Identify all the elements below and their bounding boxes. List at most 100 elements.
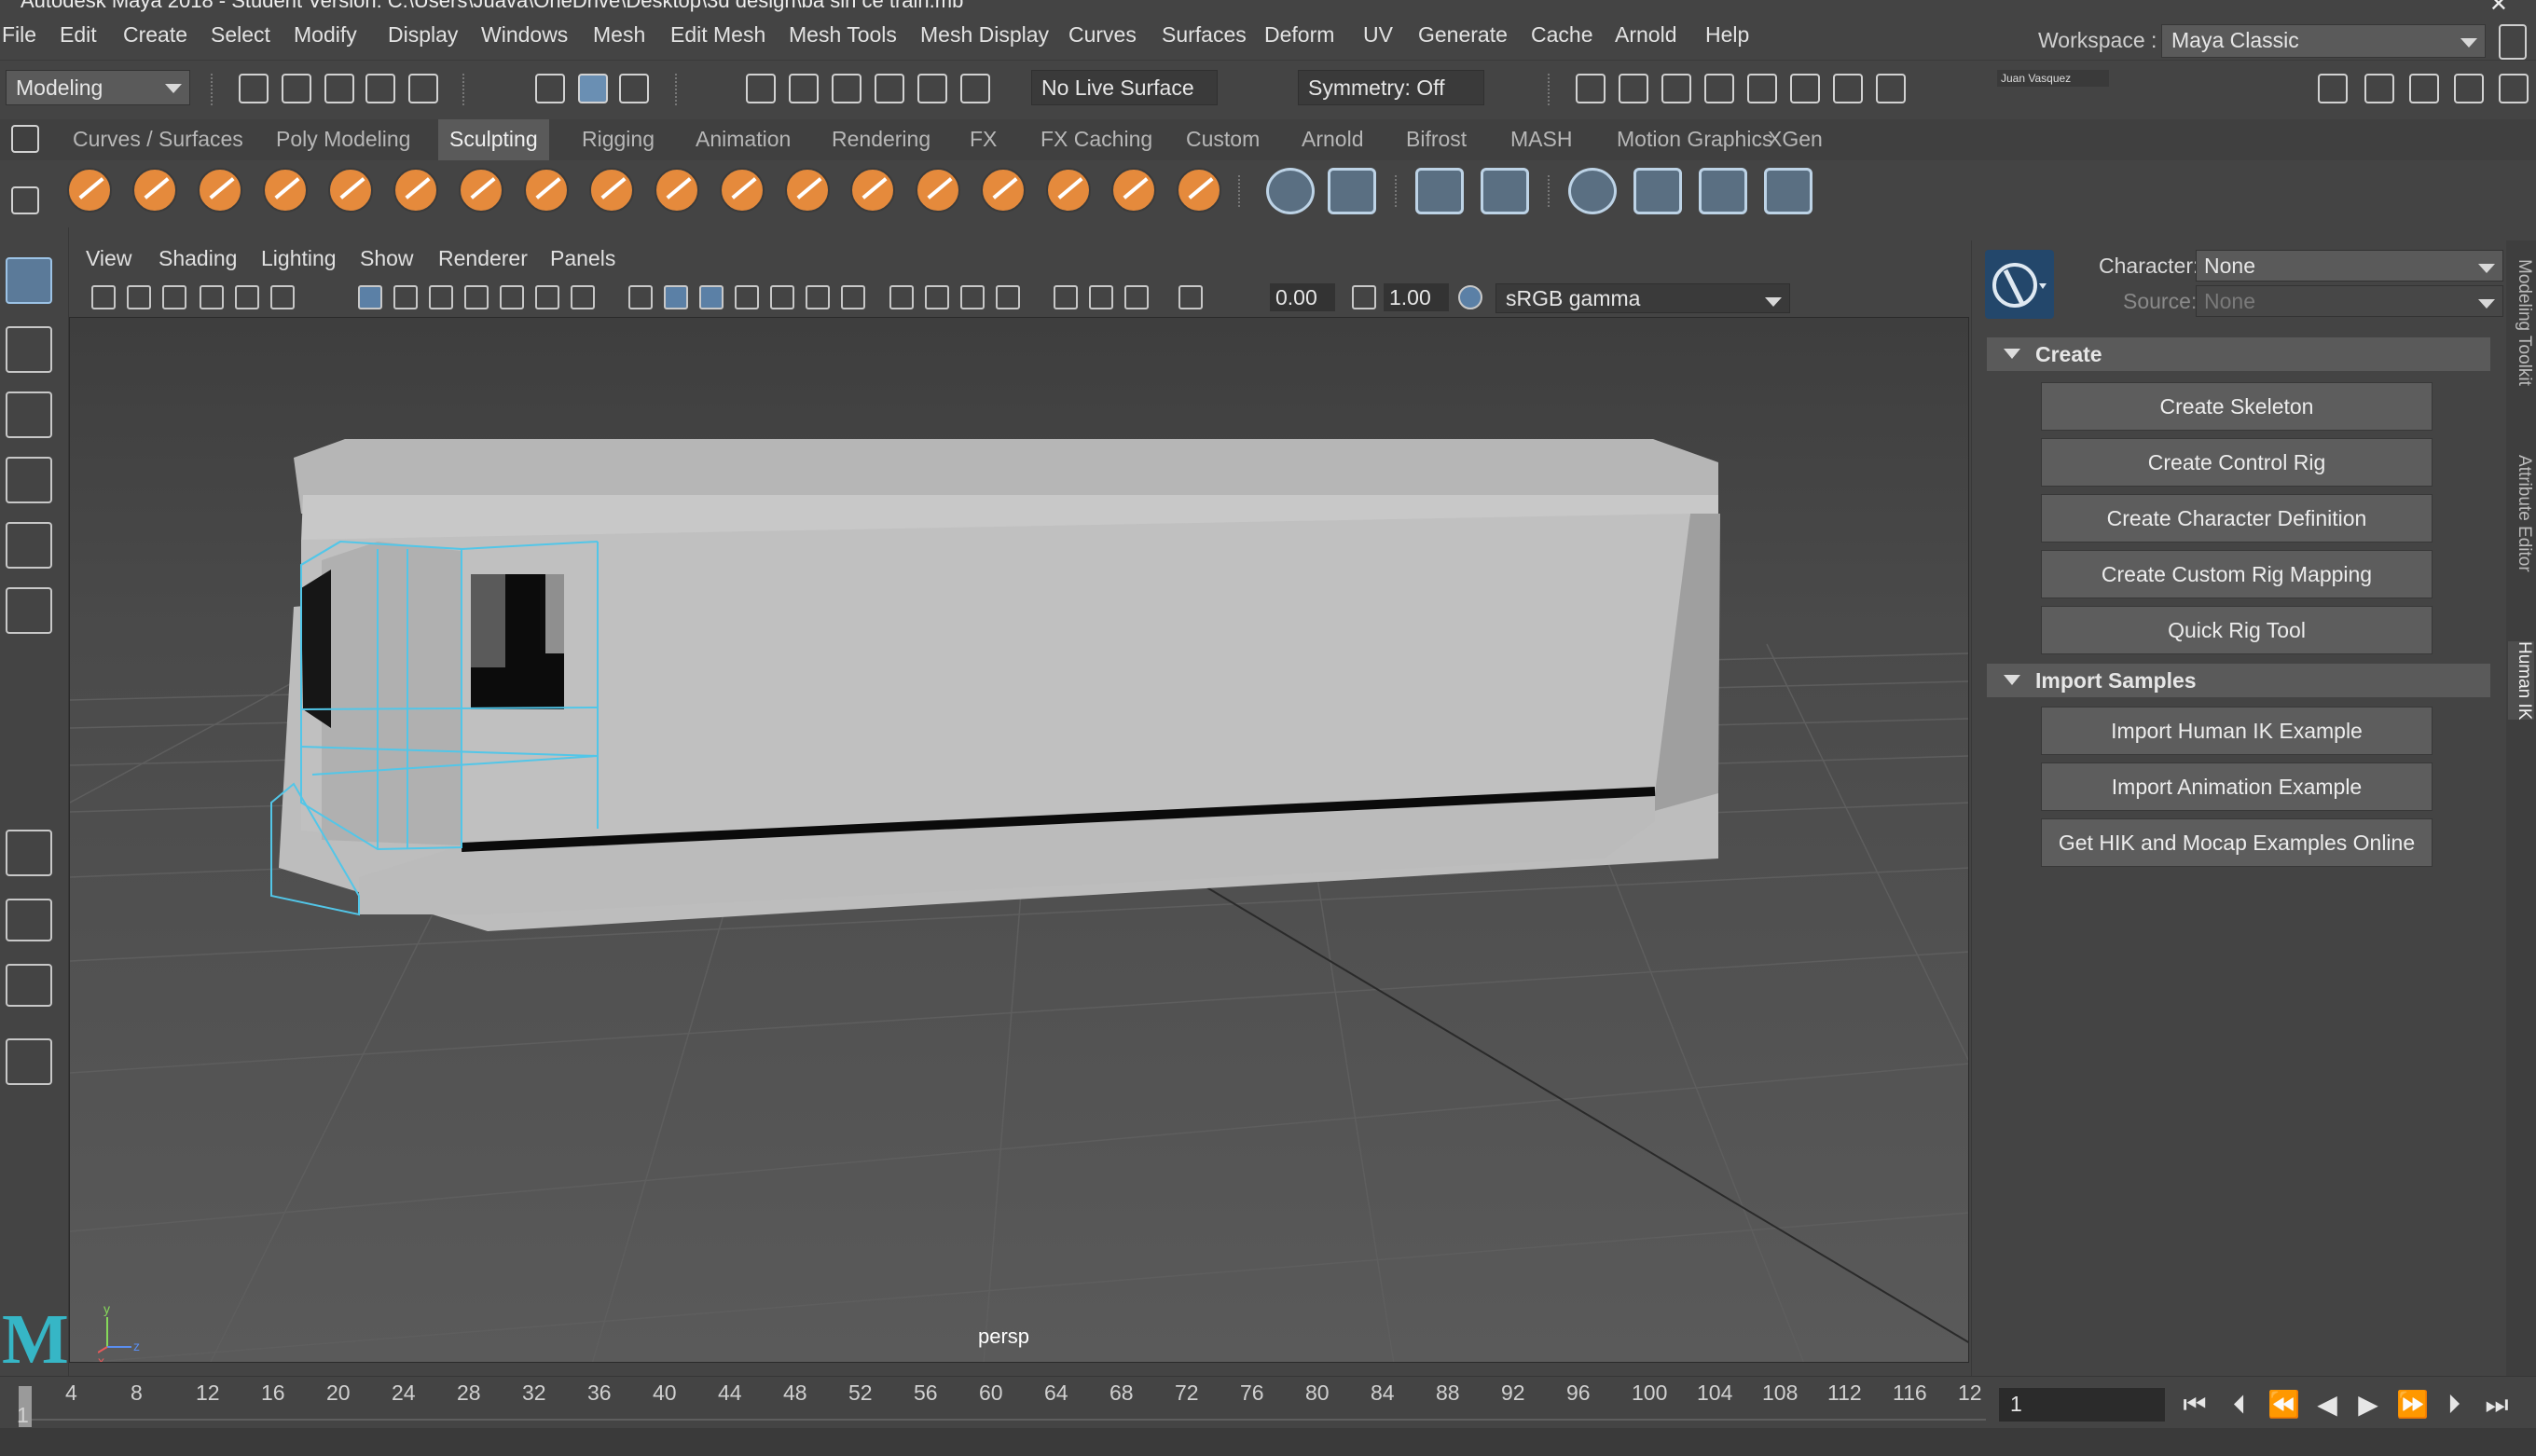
isolate-select-icon[interactable]	[996, 285, 1020, 309]
select-camera-icon[interactable]	[91, 285, 116, 309]
import-animation-example-button[interactable]: Import Animation Example	[2041, 762, 2433, 811]
select-component-icon[interactable]	[619, 74, 649, 103]
render-setup-icon[interactable]	[1790, 74, 1820, 103]
menu-file[interactable]: File	[2, 22, 36, 48]
attribute-editor-icon[interactable]	[2409, 74, 2439, 103]
gate-mask-icon[interactable]	[464, 285, 489, 309]
menu-surfaces[interactable]: Surfaces	[1162, 22, 1247, 48]
panel-menu-renderer[interactable]: Renderer	[438, 246, 528, 271]
rotate-tool-icon[interactable]	[6, 522, 52, 569]
film-gate-icon[interactable]	[393, 285, 418, 309]
menu-set-select[interactable]: Modeling	[6, 70, 190, 105]
menu-help[interactable]: Help	[1705, 22, 1749, 48]
menu-curves[interactable]: Curves	[1068, 22, 1137, 48]
lasso-tool-icon[interactable]	[6, 326, 52, 373]
current-frame-field[interactable]: 1	[1999, 1388, 2165, 1422]
user-account[interactable]: Juan Vasquez	[1997, 70, 2109, 87]
menu-generate[interactable]: Generate	[1418, 22, 1508, 48]
ipr-render-icon[interactable]	[1661, 74, 1691, 103]
bulge-tool-icon[interactable]	[1046, 168, 1091, 213]
screen-space-ao-icon[interactable]	[841, 285, 865, 309]
make-live-icon[interactable]	[917, 74, 947, 103]
select-tool-icon[interactable]	[6, 257, 52, 304]
symmetry-select[interactable]: Symmetry: Off	[1298, 70, 1484, 105]
modeling-toolkit-icon[interactable]	[2318, 74, 2348, 103]
panel-menu-panels[interactable]: Panels	[550, 246, 615, 271]
snap-center-icon[interactable]	[960, 74, 990, 103]
tab-animation[interactable]: Animation	[684, 119, 802, 160]
field-chart-icon[interactable]	[500, 285, 524, 309]
go-to-start-icon[interactable]: ⏮	[2180, 1390, 2210, 1420]
snap-view-plane-icon[interactable]	[875, 74, 904, 103]
paint-select-tool-icon[interactable]	[6, 391, 52, 438]
bookmarks-icon[interactable]	[162, 285, 186, 309]
panel-menu-shading[interactable]: Shading	[158, 246, 237, 271]
panel-menu-view[interactable]: View	[86, 246, 131, 271]
create-skeleton-button[interactable]: Create Skeleton	[2041, 382, 2433, 431]
menu-display[interactable]: Display	[388, 22, 458, 48]
smooth-tool-icon[interactable]	[132, 168, 177, 213]
menu-arnold[interactable]: Arnold	[1615, 22, 1676, 48]
foamy-tool-icon[interactable]	[459, 168, 503, 213]
lock-icon[interactable]	[2499, 24, 2527, 60]
panel-menu-show[interactable]: Show	[360, 246, 414, 271]
menu-edit[interactable]: Edit	[60, 22, 97, 48]
menu-create[interactable]: Create	[123, 22, 187, 48]
grab-tool-icon[interactable]	[263, 168, 308, 213]
depth-of-field-icon[interactable]	[960, 285, 985, 309]
pause-icon[interactable]	[1876, 74, 1906, 103]
motion-blur-icon[interactable]	[889, 285, 914, 309]
tab-rigging[interactable]: Rigging	[571, 119, 666, 160]
wax-tool-icon[interactable]	[720, 168, 765, 213]
close-window-button[interactable]: ✕	[2489, 0, 2508, 15]
single-view-layout-icon[interactable]	[6, 830, 52, 876]
create-section-header[interactable]: Create	[1987, 337, 2490, 371]
create-custom-rig-mapping-button[interactable]: Create Custom Rig Mapping	[2041, 550, 2433, 598]
shelf-settings-icon[interactable]	[11, 186, 39, 214]
sculpt-tool-icon[interactable]	[67, 168, 112, 213]
pinch-tool-icon[interactable]	[328, 168, 373, 213]
menu-mesh[interactable]: Mesh	[593, 22, 645, 48]
exposure-icon[interactable]	[1178, 285, 1203, 309]
convert-to-frozen-icon[interactable]	[1266, 168, 1315, 214]
light-editor-icon[interactable]	[1833, 74, 1863, 103]
tool-settings-icon[interactable]	[2454, 74, 2484, 103]
create-control-rig-button[interactable]: Create Control Rig	[2041, 438, 2433, 487]
flatten-tool-icon[interactable]	[393, 168, 438, 213]
sculpt-geometry-icon[interactable]	[1415, 168, 1464, 214]
outliner-layout-icon[interactable]	[6, 1038, 52, 1085]
create-character-definition-button[interactable]: Create Character Definition	[2041, 494, 2433, 543]
play-backward-icon[interactable]: ◀	[2312, 1390, 2342, 1420]
shadows-icon[interactable]	[806, 285, 830, 309]
image-plane-icon[interactable]	[200, 285, 224, 309]
tab-fx-caching[interactable]: FX Caching	[1029, 119, 1164, 160]
camera-attributes-icon[interactable]	[127, 285, 151, 309]
step-back-key-icon[interactable]: ⏪	[2267, 1390, 2300, 1420]
imprint-tool-icon[interactable]	[655, 168, 699, 213]
scrape-tool-icon[interactable]	[785, 168, 830, 213]
panel-menu-lighting[interactable]: Lighting	[261, 246, 337, 271]
new-scene-icon[interactable]	[239, 74, 269, 103]
tab-fx[interactable]: FX	[958, 119, 1008, 160]
snap-curve-icon[interactable]	[789, 74, 819, 103]
get-hik-mocap-examples-button[interactable]: Get HIK and Mocap Examples Online	[2041, 818, 2433, 867]
hypershade-icon[interactable]	[1747, 74, 1777, 103]
time-slider[interactable]: 1 4 8 12 16 20 24 28 32 36 40 44 48 52 5…	[0, 1376, 2536, 1428]
live-surface-field[interactable]: No Live Surface	[1031, 70, 1218, 105]
tab-custom[interactable]: Custom	[1175, 119, 1271, 160]
menu-modify[interactable]: Modify	[294, 22, 357, 48]
tab-modeling-toolkit[interactable]: Modeling Toolkit	[2508, 259, 2534, 386]
tab-xgen[interactable]: XGen	[1757, 119, 1834, 160]
shelf-menu-icon[interactable]	[11, 125, 39, 153]
menu-cache[interactable]: Cache	[1531, 22, 1592, 48]
multisample-aa-icon[interactable]	[925, 285, 949, 309]
smear-tool-icon[interactable]	[981, 168, 1026, 213]
exposure-field[interactable]: 0.00	[1270, 283, 1335, 311]
two-d-pan-zoom-icon[interactable]	[235, 285, 259, 309]
quick-rig-tool-button[interactable]: Quick Rig Tool	[2041, 606, 2433, 654]
amplify-tool-icon[interactable]	[1111, 168, 1156, 213]
resolution-gate-icon[interactable]	[429, 285, 453, 309]
tab-human-ik[interactable]: Human IK	[2508, 641, 2534, 721]
freeze-tool-icon[interactable]	[1177, 168, 1221, 213]
tab-curves-surfaces[interactable]: Curves / Surfaces	[62, 119, 255, 160]
